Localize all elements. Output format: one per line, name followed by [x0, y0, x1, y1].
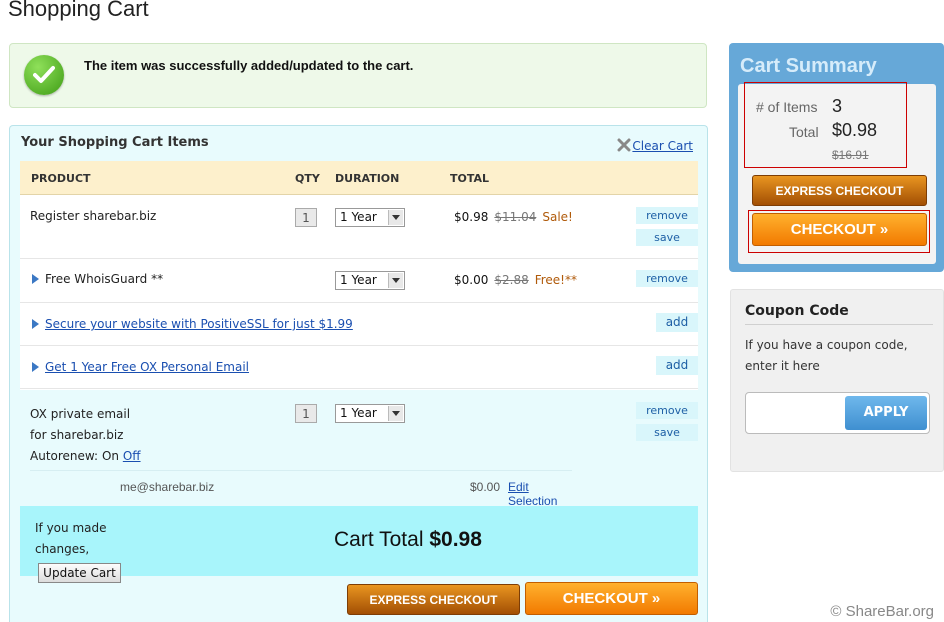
expand-icon: [32, 319, 39, 329]
update-hint-line1: If you made: [35, 521, 107, 535]
ssl-offer[interactable]: Secure your website with PositiveSSL for…: [32, 317, 353, 331]
duration-select[interactable]: 1 Year: [335, 404, 405, 423]
summary-body: # of Items 3 Total $0.98 $16.91 EXPRESS …: [738, 82, 936, 264]
cart-heading: Your Shopping Cart Items: [21, 135, 209, 150]
table-row: Register sharebar.biz 1 1 Year $0.98 $11.…: [20, 195, 698, 259]
divider: [745, 324, 933, 325]
qty-field[interactable]: 1: [295, 208, 317, 227]
autorenew-off-link[interactable]: Off: [123, 449, 141, 463]
cart-total-value: $0.98: [429, 528, 482, 551]
table-row: Free WhoisGuard ** 1 Year $0.00 $2.88 Free…: [20, 258, 698, 303]
total-label: Total: [789, 124, 819, 140]
page-title: Shopping Cart: [8, 0, 149, 21]
save-button[interactable]: save: [636, 229, 698, 246]
coupon-title: Coupon Code: [745, 303, 849, 319]
summary-checkout-button[interactable]: CHECKOUT »: [752, 213, 927, 246]
mailbox-address: me@sharebar.biz: [120, 480, 215, 494]
add-button[interactable]: add: [656, 356, 698, 375]
duration-value: 1 Year: [340, 210, 377, 224]
autorenew: Autorenew: On Off: [30, 446, 141, 467]
items-value: 3: [832, 96, 843, 116]
product-label: Free WhoisGuard **: [45, 272, 164, 286]
items-label: # of Items: [756, 99, 818, 115]
cart-total-bar: If you made changes, Update Cart Cart To…: [20, 506, 698, 583]
email-offer-link[interactable]: Get 1 Year Free OX Personal Email: [45, 360, 249, 374]
highlight-box: [744, 82, 907, 168]
old-total: $16.91: [832, 148, 869, 162]
duration-value: 1 Year: [340, 273, 377, 287]
price-value: $0.98: [454, 210, 489, 224]
cart-panel: Your Shopping Cart Items Clear Cart PROD…: [9, 125, 708, 622]
duration-select[interactable]: 1 Year: [335, 271, 405, 290]
clear-cart-link[interactable]: Clear Cart: [617, 138, 693, 153]
cart-summary: Cart Summary # of Items 3 Total $0.98 $1…: [729, 43, 944, 272]
cart-total: Cart Total $0.98: [334, 528, 482, 552]
check-icon: [24, 55, 64, 95]
autorenew-on: On: [101, 449, 119, 463]
coupon-hint: If you have a coupon code, enter it here: [745, 335, 908, 377]
checkout-button[interactable]: CHECKOUT »: [525, 582, 698, 615]
coupon-hint-line1: If you have a coupon code,: [745, 338, 908, 352]
save-button[interactable]: save: [636, 424, 698, 441]
table-row: Secure your website with PositiveSSL for…: [20, 302, 698, 346]
update-cart-button[interactable]: Update Cart: [38, 563, 121, 583]
update-hint: If you made changes,: [35, 518, 106, 560]
price-note: Free!**: [534, 273, 577, 287]
apply-button[interactable]: APPLY: [845, 396, 927, 430]
ox-line2: for sharebar.biz: [30, 428, 124, 442]
coupon-panel: Coupon Code If you have a coupon code, e…: [730, 289, 944, 472]
old-price: $11.04: [494, 210, 537, 224]
product-name[interactable]: Free WhoisGuard **: [32, 272, 163, 286]
express-checkout-button[interactable]: EXPRESS CHECKOUT: [347, 584, 520, 615]
watermark: © ShareBar.org: [830, 603, 934, 620]
success-message: The item was successfully added/updated …: [84, 58, 414, 73]
duration-select[interactable]: 1 Year: [335, 208, 405, 227]
col-duration: DURATION: [335, 172, 400, 185]
success-notice: The item was successfully added/updated …: [9, 43, 707, 108]
ox-line1: OX private email: [30, 407, 131, 421]
expand-icon: [32, 362, 39, 372]
col-product: PRODUCT: [31, 172, 91, 185]
chevron-down-icon: [388, 406, 403, 421]
price-value: $0.00: [454, 273, 489, 287]
chevron-down-icon: [388, 210, 403, 225]
item-price: $0.98 $11.04 Sale!: [454, 210, 573, 224]
col-qty: QTY: [295, 172, 320, 185]
clear-icon: [617, 138, 631, 152]
update-hint-line2: changes,: [35, 542, 90, 556]
add-button[interactable]: add: [656, 313, 698, 332]
table-row: Get 1 Year Free OX Personal Email add: [20, 345, 698, 389]
ssl-offer-link[interactable]: Secure your website with PositiveSSL for…: [45, 317, 353, 331]
col-total: TOTAL: [450, 172, 490, 185]
coupon-hint-line2: enter it here: [745, 359, 820, 373]
price-note: Sale!: [542, 210, 573, 224]
cart-total-label: Cart Total: [334, 528, 424, 551]
product-name: Register sharebar.biz: [30, 209, 157, 223]
edit-selection-link[interactable]: Edit Selection: [508, 480, 572, 508]
remove-button[interactable]: remove: [636, 402, 698, 419]
clear-cart-label: Clear Cart: [632, 139, 693, 153]
email-offer[interactable]: Get 1 Year Free OX Personal Email: [32, 360, 249, 374]
expand-icon: [32, 274, 39, 284]
chevron-down-icon: [388, 273, 403, 288]
autorenew-label: Autorenew:: [30, 449, 99, 463]
total-value: $0.98: [832, 120, 878, 140]
cart-table-header: PRODUCT QTY DURATION TOTAL: [20, 161, 698, 195]
remove-button[interactable]: remove: [636, 270, 698, 287]
summary-express-checkout-button[interactable]: EXPRESS CHECKOUT: [752, 175, 927, 206]
table-row: OX private email for sharebar.biz Autore…: [20, 390, 698, 508]
ox-mailbox-row: me@sharebar.biz $0.00 Edit Selection: [30, 470, 572, 508]
duration-value: 1 Year: [340, 406, 377, 420]
ox-product: OX private email for sharebar.biz Autore…: [30, 404, 141, 467]
remove-button[interactable]: remove: [636, 207, 698, 224]
mailbox-price: $0.00: [470, 480, 501, 494]
old-price: $2.88: [494, 273, 529, 287]
summary-title: Cart Summary: [740, 55, 877, 77]
item-price: $0.00 $2.88 Free!**: [454, 273, 577, 287]
qty-field[interactable]: 1: [295, 404, 317, 423]
